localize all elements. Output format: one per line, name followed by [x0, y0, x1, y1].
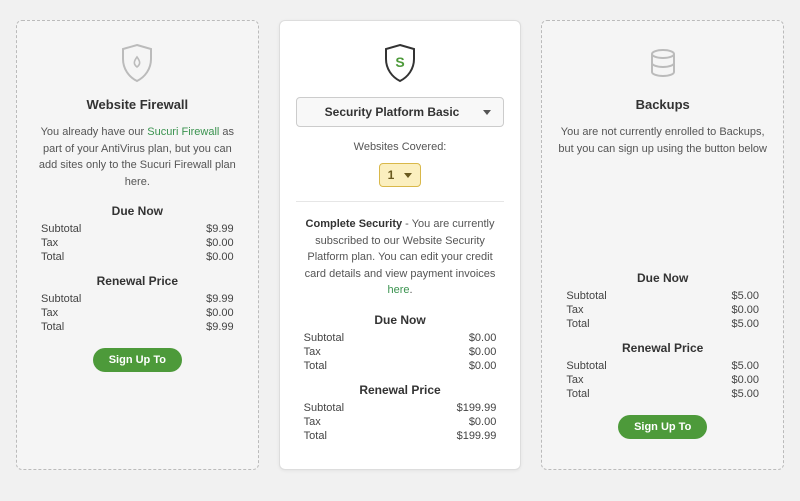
shield-s-icon: S	[296, 39, 505, 87]
due-now-head: Due Now	[33, 204, 242, 218]
platform-desc: Complete Security - You are currently su…	[296, 216, 505, 299]
svg-text:S: S	[395, 54, 404, 70]
backups-desc: You are not currently enrolled to Backup…	[558, 124, 767, 157]
plan-cards-row: Website Firewall You already have our Su…	[16, 20, 784, 470]
divider	[296, 201, 505, 202]
firewall-signup-button[interactable]: Sign Up To	[93, 348, 182, 372]
renewal-head: Renewal Price	[33, 274, 242, 288]
backups-card: Backups You are not currently enrolled t…	[541, 20, 784, 470]
spacer	[558, 171, 767, 261]
platform-card: S Security Platform Basic Websites Cover…	[279, 20, 522, 470]
row-subtotal: Subtotal$9.99	[33, 292, 242, 306]
firewall-card: Website Firewall You already have our Su…	[16, 20, 259, 470]
row-tax: Tax$0.00	[33, 306, 242, 320]
text-bold: Complete Security	[306, 218, 403, 230]
row-total: Total$0.00	[33, 250, 242, 264]
row-subtotal: Subtotal$199.99	[296, 401, 505, 415]
row-total: Total$199.99	[296, 429, 505, 443]
sucuri-firewall-link[interactable]: Sucuri Firewall	[147, 126, 219, 138]
firewall-title: Website Firewall	[33, 97, 242, 112]
renewal-head: Renewal Price	[296, 383, 505, 397]
renewal-head: Renewal Price	[558, 341, 767, 355]
row-subtotal: Subtotal$5.00	[558, 359, 767, 373]
row-total: Total$0.00	[296, 359, 505, 373]
text: .	[409, 284, 412, 296]
firewall-desc: You already have our Sucuri Firewall as …	[33, 124, 242, 190]
invoices-link[interactable]: here	[387, 284, 409, 296]
backups-title: Backups	[558, 97, 767, 112]
text: You already have our	[41, 126, 148, 138]
row-subtotal: Subtotal$0.00	[296, 331, 505, 345]
row-total: Total$5.00	[558, 317, 767, 331]
due-now-head: Due Now	[558, 271, 767, 285]
row-tax: Tax$0.00	[33, 236, 242, 250]
row-tax: Tax$0.00	[558, 373, 767, 387]
backups-signup-button[interactable]: Sign Up To	[618, 415, 707, 439]
chevron-down-icon	[404, 173, 412, 178]
websites-qty-dropdown[interactable]: 1	[379, 163, 422, 187]
row-total: Total$9.99	[33, 320, 242, 334]
platform-select[interactable]: Security Platform Basic	[296, 97, 505, 127]
shield-fire-icon	[33, 39, 242, 87]
database-icon	[558, 39, 767, 87]
platform-select-label: Security Platform Basic	[325, 105, 460, 119]
due-now-head: Due Now	[296, 313, 505, 327]
row-tax: Tax$0.00	[296, 345, 505, 359]
row-subtotal: Subtotal$5.00	[558, 289, 767, 303]
row-tax: Tax$0.00	[558, 303, 767, 317]
row-total: Total$5.00	[558, 387, 767, 401]
row-subtotal: Subtotal$9.99	[33, 222, 242, 236]
qty-value: 1	[388, 168, 395, 182]
row-tax: Tax$0.00	[296, 415, 505, 429]
websites-covered-label: Websites Covered:	[296, 141, 505, 153]
